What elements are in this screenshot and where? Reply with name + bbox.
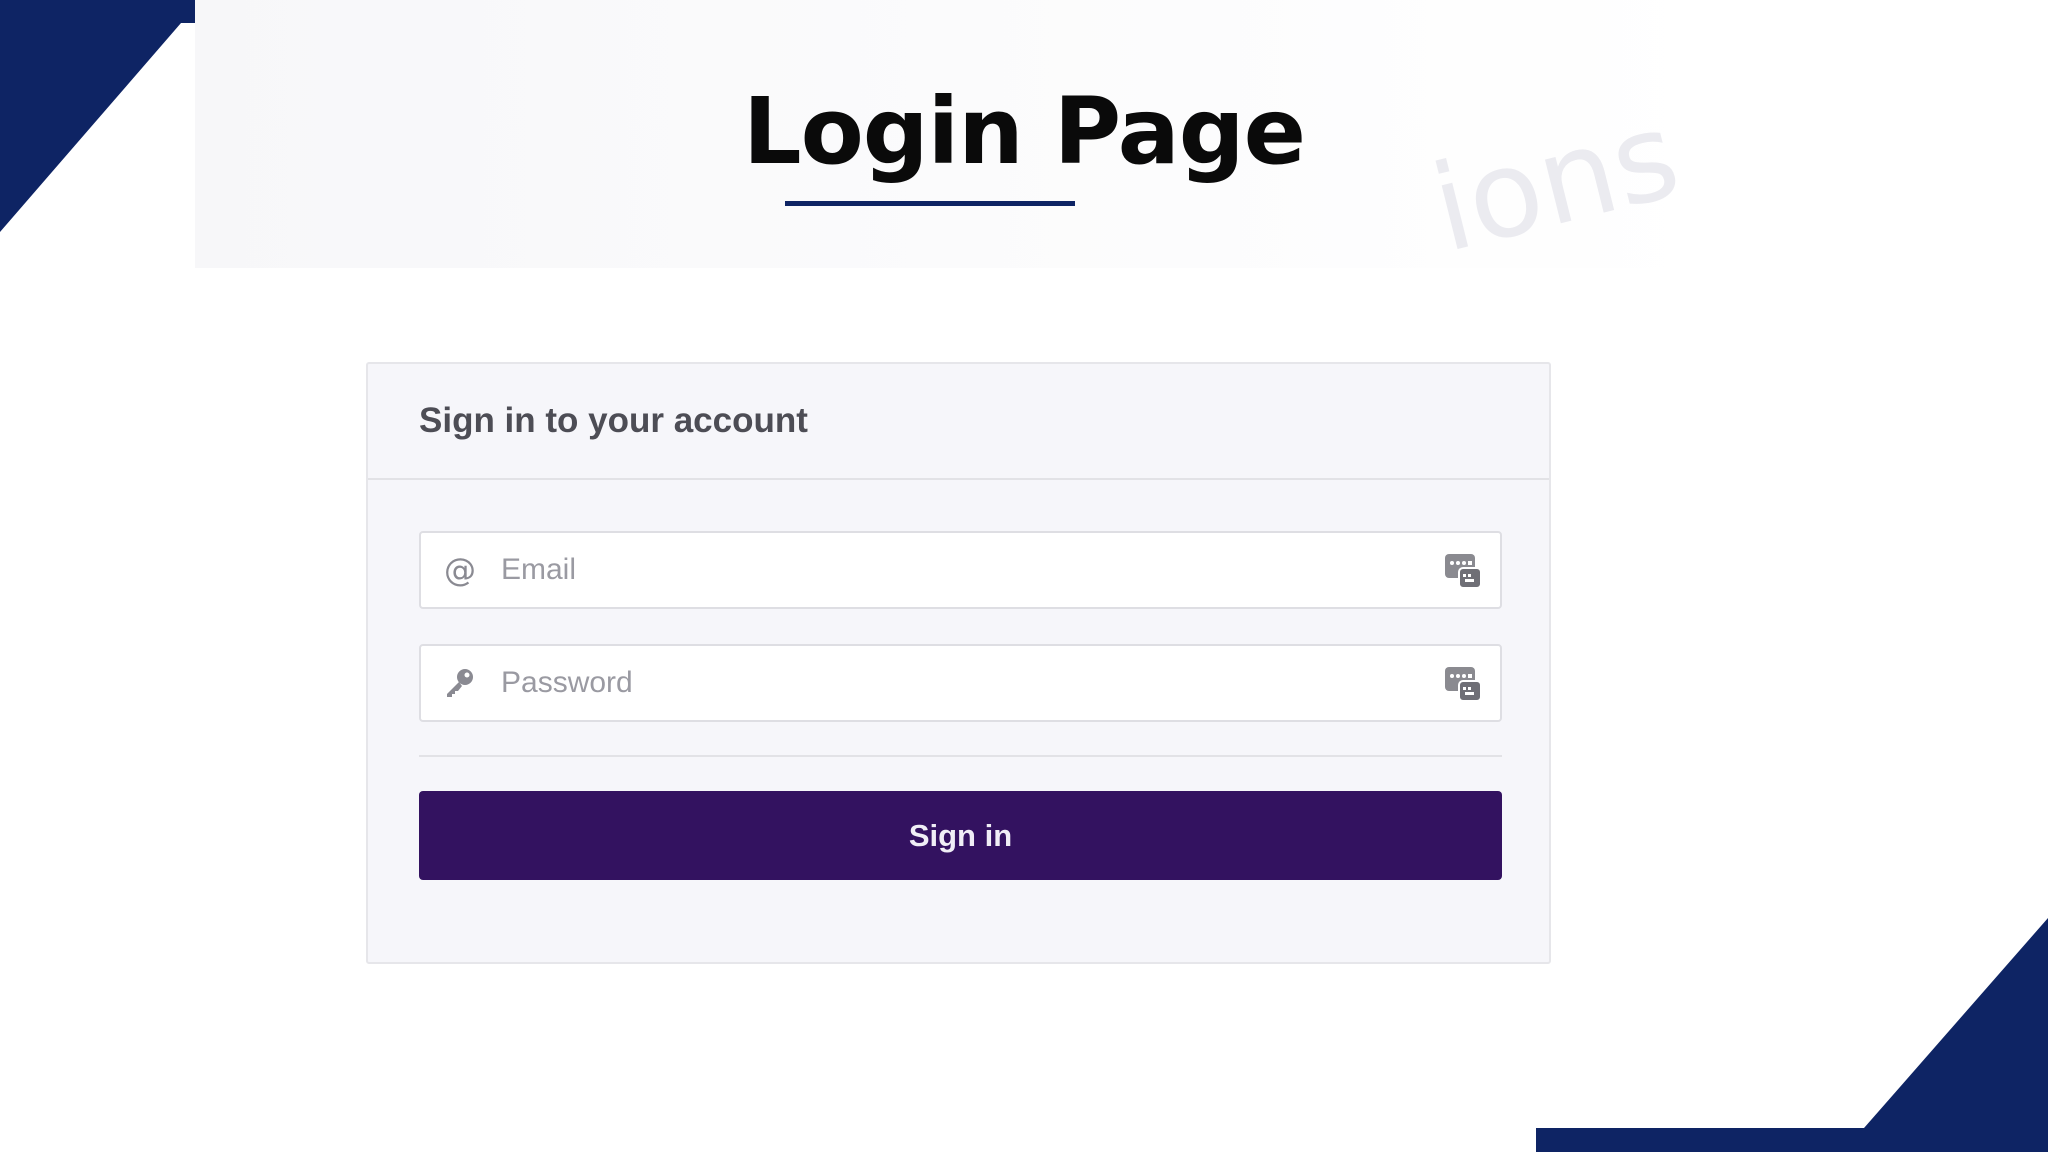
card-heading: Sign in to your account <box>419 401 808 440</box>
password-field[interactable] <box>419 644 1502 722</box>
corner-decoration-bottom-right <box>1536 918 2048 1152</box>
login-card: Sign in to your account @ Email Sign in <box>366 362 1551 964</box>
email-field[interactable]: @ <box>419 531 1502 609</box>
key-icon <box>443 666 477 700</box>
sign-in-button[interactable]: Sign in <box>419 791 1502 880</box>
page-title: Login Page <box>742 78 1306 185</box>
email-input[interactable] <box>501 545 1401 595</box>
password-manager-icon[interactable] <box>1444 664 1482 702</box>
slide: ions Login Page Sign in to your account … <box>0 0 2048 1152</box>
password-input[interactable] <box>501 658 1401 708</box>
password-manager-icon[interactable] <box>1444 551 1482 589</box>
at-sign-icon: @ <box>444 551 476 589</box>
card-header: Sign in to your account <box>368 364 1549 480</box>
form-divider <box>419 755 1502 757</box>
title-underline <box>785 201 1075 206</box>
